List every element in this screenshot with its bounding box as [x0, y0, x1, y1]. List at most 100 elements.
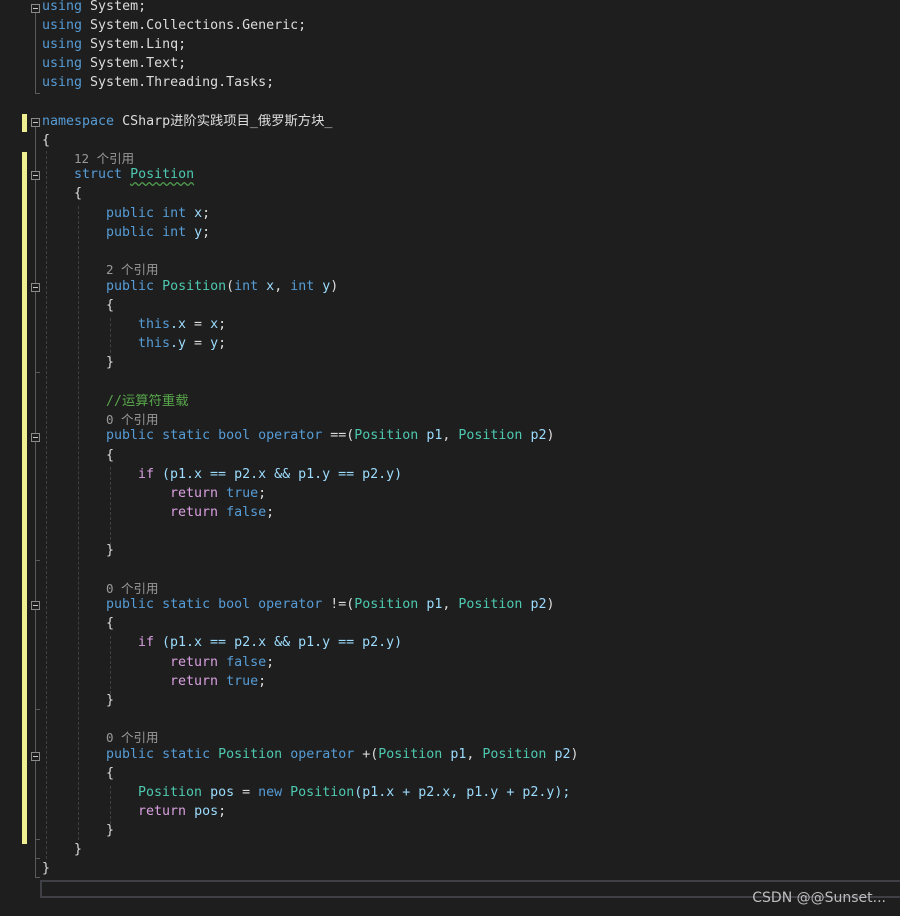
fold-guide-end — [35, 93, 40, 94]
code-line[interactable]: { — [74, 185, 82, 203]
code-line[interactable]: using System.Collections.Generic; — [42, 17, 306, 35]
identifier: p1 — [426, 428, 443, 443]
code-line[interactable]: return false; — [170, 504, 274, 522]
code-line[interactable]: public static bool operator ==(Position … — [106, 427, 554, 445]
punctuation: ( — [226, 279, 235, 294]
codelens-references[interactable]: 2 个引用 — [106, 262, 159, 278]
brace: { — [106, 298, 115, 313]
collapse-toggle-icon[interactable] — [31, 4, 40, 13]
keyword: int — [290, 279, 315, 294]
keyword: this — [138, 336, 171, 351]
identifier: .x — [170, 317, 187, 332]
identifier: .y — [170, 336, 187, 351]
code-line[interactable]: public int y; — [106, 224, 210, 242]
keyword: public — [106, 225, 155, 240]
collapse-toggle-icon[interactable] — [31, 601, 40, 610]
keyword: static — [162, 428, 211, 443]
code-line[interactable]: return true; — [170, 485, 266, 503]
code-line[interactable]: using System.Linq; — [42, 36, 186, 54]
collapse-toggle-icon[interactable] — [31, 118, 40, 127]
arguments: (p1.x + p2.x, p1.y + p2.y); — [354, 785, 571, 800]
code-line[interactable]: } — [106, 354, 114, 372]
code-line[interactable]: { — [106, 615, 114, 633]
code-line[interactable]: public static bool operator !=(Position … — [106, 596, 554, 614]
code-line[interactable]: } — [106, 822, 114, 840]
code-line[interactable]: if (p1.x == p2.x && p1.y == p2.y) — [138, 466, 402, 484]
keyword: public — [106, 279, 155, 294]
punctuation: , — [442, 428, 451, 443]
collapse-toggle-icon[interactable] — [31, 433, 40, 442]
code-line[interactable]: { — [42, 132, 50, 150]
code-editor[interactable]: using System; using System.Collections.G… — [0, 0, 900, 916]
code-line[interactable]: return true; — [170, 673, 266, 691]
brace: } — [74, 842, 83, 857]
brace: } — [106, 823, 115, 838]
namespace-name: System; — [90, 0, 147, 14]
namespace-name: System.Text; — [90, 56, 187, 71]
type-name: Position — [162, 279, 227, 294]
type-name: Position — [354, 597, 419, 612]
code-line[interactable]: { — [106, 297, 114, 315]
punctuation: ; — [202, 225, 211, 240]
type-name: Position — [138, 785, 203, 800]
collapse-toggle-icon[interactable] — [31, 171, 40, 180]
change-indicator — [22, 152, 27, 844]
code-line[interactable]: { — [106, 765, 114, 783]
code-line[interactable]: public Position(int x, int y) — [106, 278, 338, 296]
type-name: Position — [378, 747, 443, 762]
brace: } — [42, 861, 51, 876]
condition: (p1.x == p2.x && p1.y == p2.y) — [154, 635, 403, 650]
code-line[interactable]: } — [106, 692, 114, 710]
collapse-toggle-icon[interactable] — [31, 752, 40, 761]
operator: +( — [362, 747, 379, 762]
keyword: using — [42, 37, 83, 52]
punctuation: , — [466, 747, 475, 762]
namespace-name: CSharp进阶实践项目_俄罗斯方块_ — [122, 114, 333, 129]
fold-guide-end — [35, 877, 40, 878]
code-line[interactable]: struct Position — [74, 166, 194, 184]
code-line[interactable]: public int x; — [106, 205, 210, 223]
punctuation: ) — [570, 747, 579, 762]
punctuation: ; — [218, 804, 227, 819]
brace: { — [106, 766, 115, 781]
code-line[interactable]: } — [106, 542, 114, 560]
code-line[interactable]: using System; — [42, 0, 146, 16]
keyword: new — [258, 785, 283, 800]
code-line[interactable]: } — [74, 841, 82, 859]
codelens-references[interactable]: 0 个引用 — [106, 581, 159, 597]
code-line[interactable]: Position pos = new Position(p1.x + p2.x,… — [138, 784, 570, 802]
code-line[interactable]: return pos; — [138, 803, 226, 821]
identifier: y — [194, 225, 203, 240]
punctuation: ; — [202, 206, 211, 221]
code-line[interactable]: //运算符重载 — [106, 393, 189, 411]
codelens-references[interactable]: 0 个引用 — [106, 730, 159, 746]
code-line[interactable]: return false; — [170, 654, 274, 672]
code-line[interactable]: using System.Threading.Tasks; — [42, 74, 274, 92]
identifier: x — [266, 279, 275, 294]
code-line[interactable]: { — [106, 447, 114, 465]
keyword: public — [106, 597, 155, 612]
fold-guide-end — [35, 839, 40, 840]
keyword: using — [42, 0, 83, 14]
code-line[interactable]: this.y = y; — [138, 335, 226, 353]
identifier: x — [210, 317, 219, 332]
punctuation: ) — [546, 428, 555, 443]
collapse-toggle-icon[interactable] — [31, 283, 40, 292]
control-keyword: return — [170, 655, 219, 670]
brace: } — [106, 693, 115, 708]
type-name: Position — [482, 747, 547, 762]
keyword: namespace — [42, 114, 115, 129]
code-line[interactable]: using System.Text; — [42, 55, 186, 73]
codelens-references[interactable]: 0 个引用 — [106, 412, 159, 428]
control-keyword: if — [138, 467, 155, 482]
code-line[interactable]: public static Position operator +(Positi… — [106, 746, 578, 764]
punctuation: ) — [546, 597, 555, 612]
control-keyword: return — [138, 804, 187, 819]
code-line[interactable]: this.x = x; — [138, 316, 226, 334]
code-line[interactable]: namespace CSharp进阶实践项目_俄罗斯方块_ — [42, 113, 332, 131]
code-line[interactable]: if (p1.x == p2.x && p1.y == p2.y) — [138, 634, 402, 652]
identifier: p1 — [450, 747, 467, 762]
codelens-references[interactable]: 12 个引用 — [74, 151, 134, 167]
code-line[interactable]: } — [42, 860, 50, 878]
identifier: p2 — [530, 597, 547, 612]
